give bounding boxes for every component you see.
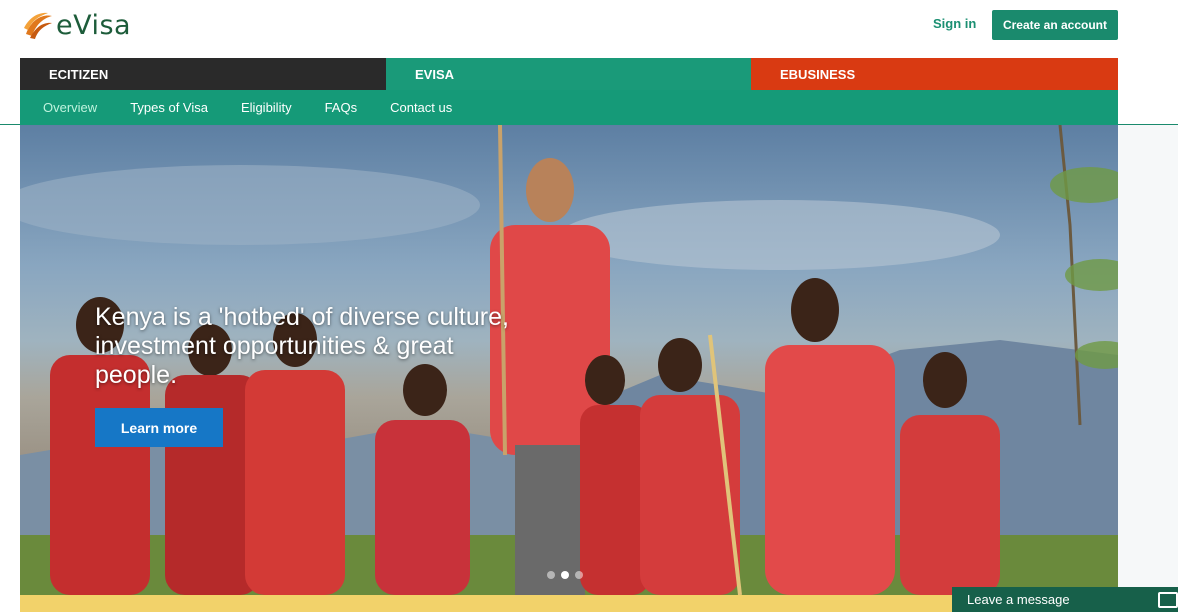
nav-contact-us[interactable]: Contact us	[390, 100, 452, 115]
tab-ecitizen[interactable]: ECITIZEN	[20, 58, 386, 90]
slider-dots	[547, 571, 583, 579]
portal-tabs: ECITIZEN EVISA EBUSINESS	[20, 58, 1118, 90]
learn-more-button[interactable]: Learn more	[95, 408, 223, 447]
tab-ebusiness[interactable]: EBUSINESS	[751, 58, 1118, 90]
logo-swirl-icon	[24, 12, 52, 39]
nav-overview[interactable]: Overview	[43, 100, 97, 115]
evisa-subnav: Overview Types of Visa Eligibility FAQs …	[20, 90, 1118, 125]
slider-dot-2[interactable]	[561, 571, 569, 579]
hero-slider: Kenya is a 'hotbed' of diverse culture, …	[20, 125, 1118, 595]
subnav-bar: Overview Types of Visa Eligibility FAQs …	[0, 90, 1178, 125]
slider-dot-1[interactable]	[547, 571, 555, 579]
nav-types-of-visa[interactable]: Types of Visa	[130, 100, 208, 115]
nav-eligibility[interactable]: Eligibility	[241, 100, 292, 115]
chat-window-icon[interactable]	[1158, 592, 1178, 608]
logo-text: eVisa	[56, 9, 132, 41]
evisa-logo[interactable]: eVisa	[22, 8, 131, 42]
slider-dot-3[interactable]	[575, 571, 583, 579]
hero-headline: Kenya is a 'hotbed' of diverse culture, …	[95, 303, 509, 389]
sign-in-link[interactable]: Sign in	[933, 16, 976, 31]
tab-evisa[interactable]: EVISA	[386, 58, 751, 90]
leave-message-label: Leave a message	[967, 592, 1070, 607]
create-account-button[interactable]: Create an account	[992, 10, 1118, 40]
nav-faqs[interactable]: FAQs	[325, 100, 358, 115]
leave-message-widget[interactable]: Leave a message	[952, 587, 1178, 612]
page-gutter	[1118, 125, 1178, 595]
